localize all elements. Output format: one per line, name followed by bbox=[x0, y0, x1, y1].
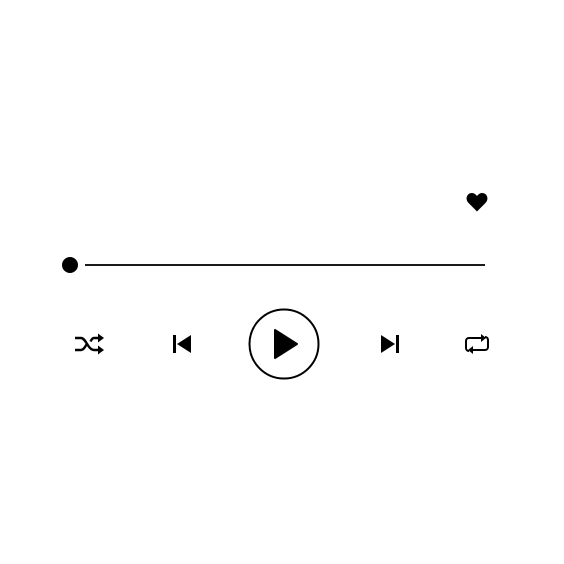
heart-icon bbox=[466, 192, 488, 212]
skip-previous-icon bbox=[173, 335, 191, 353]
skip-next-icon bbox=[381, 335, 399, 353]
play-button[interactable] bbox=[248, 308, 320, 380]
play-icon bbox=[248, 308, 320, 380]
progress-track[interactable] bbox=[85, 264, 485, 266]
shuffle-icon bbox=[75, 333, 104, 355]
next-button[interactable] bbox=[376, 330, 404, 358]
repeat-button[interactable] bbox=[462, 330, 492, 358]
previous-button[interactable] bbox=[168, 330, 196, 358]
repeat-icon bbox=[465, 334, 489, 354]
shuffle-button[interactable] bbox=[72, 330, 106, 358]
progress-knob[interactable] bbox=[62, 257, 78, 273]
favorite-button[interactable] bbox=[465, 190, 489, 214]
music-player bbox=[0, 0, 564, 564]
